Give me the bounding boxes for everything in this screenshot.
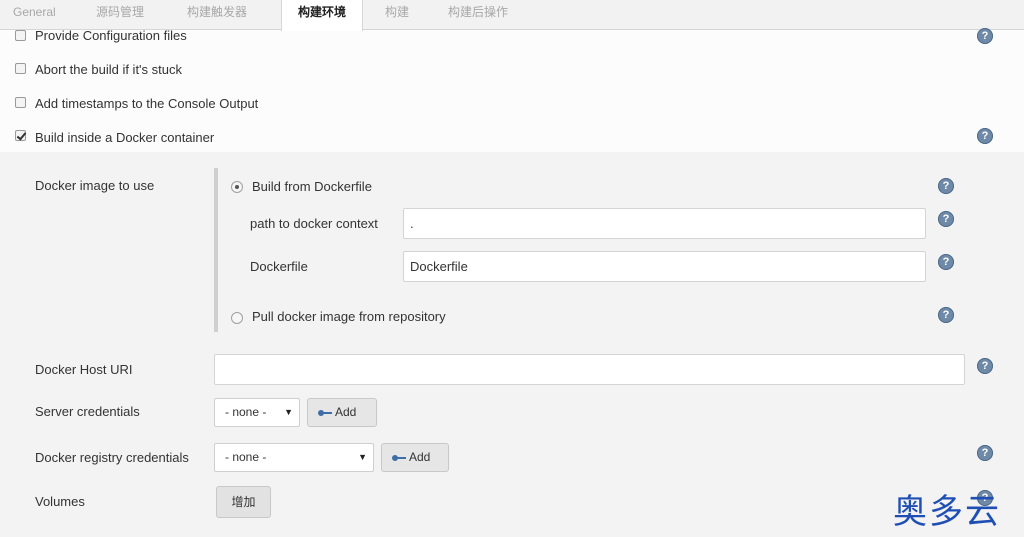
registry-credentials-label: Docker registry credentials: [35, 450, 189, 465]
pull-image-radio[interactable]: [231, 312, 243, 324]
add-registry-credentials-button[interactable]: Add: [381, 443, 449, 472]
image-source-group-bar: [214, 168, 218, 332]
help-icon[interactable]: ?: [938, 211, 954, 227]
chevron-down-icon: ▼: [284, 407, 293, 417]
help-icon[interactable]: ?: [938, 307, 954, 323]
key-icon: [318, 409, 332, 417]
help-icon[interactable]: ?: [938, 254, 954, 270]
add-server-credentials-button[interactable]: Add: [307, 398, 377, 427]
abort-stuck-label: Abort the build if it's stuck: [35, 62, 182, 77]
help-icon[interactable]: ?: [977, 128, 993, 144]
server-credentials-select[interactable]: - none - ▼: [214, 398, 300, 427]
server-credentials-value: - none -: [225, 405, 267, 419]
tab-build-triggers[interactable]: 构建触发器: [187, 0, 247, 30]
key-icon: [392, 454, 406, 462]
dockerfile-input[interactable]: Dockerfile: [403, 251, 926, 282]
timestamps-label: Add timestamps to the Console Output: [35, 96, 259, 111]
tab-general[interactable]: General: [13, 0, 56, 30]
build-from-dockerfile-radio[interactable]: [231, 181, 243, 193]
pull-image-label: Pull docker image from repository: [252, 309, 446, 324]
dockerfile-label: Dockerfile: [250, 259, 308, 274]
help-icon[interactable]: ?: [938, 178, 954, 194]
registry-credentials-select[interactable]: - none - ▼: [214, 443, 374, 472]
add-volume-button[interactable]: 增加: [216, 486, 271, 518]
build-from-dockerfile-label: Build from Dockerfile: [252, 179, 372, 194]
tab-build[interactable]: 构建: [385, 0, 409, 30]
docker-container-label: Build inside a Docker container: [35, 130, 215, 145]
help-icon[interactable]: ?: [977, 358, 993, 374]
tab-post-build[interactable]: 构建后操作: [448, 0, 508, 30]
help-icon[interactable]: ?: [977, 445, 993, 461]
volumes-label: Volumes: [35, 494, 85, 509]
add-button-label: Add: [335, 405, 357, 419]
provide-config-label: Provide Configuration files: [35, 28, 187, 43]
add-button-label: Add: [409, 450, 431, 464]
watermark-logo: 奥多云: [893, 492, 1001, 532]
help-icon[interactable]: ?: [977, 28, 993, 44]
docker-context-label: path to docker context: [250, 216, 378, 231]
server-credentials-label: Server credentials: [35, 404, 140, 419]
docker-image-label: Docker image to use: [35, 178, 155, 193]
docker-container-checkbox[interactable]: [15, 130, 26, 141]
tab-source-control[interactable]: 源码管理: [96, 0, 144, 30]
tab-build-environment[interactable]: 构建环境: [281, 0, 363, 31]
timestamps-checkbox[interactable]: [15, 97, 26, 108]
registry-credentials-value: - none -: [225, 450, 267, 464]
docker-context-input[interactable]: .: [403, 208, 926, 239]
abort-stuck-checkbox[interactable]: [15, 63, 26, 74]
provide-config-checkbox[interactable]: [15, 30, 26, 41]
docker-host-uri-input[interactable]: [214, 354, 965, 385]
chevron-down-icon: ▼: [358, 452, 367, 462]
tab-bar: General 源码管理 构建触发器 构建环境 构建 构建后操作: [0, 0, 1024, 31]
docker-host-uri-label: Docker Host URI: [35, 362, 133, 377]
